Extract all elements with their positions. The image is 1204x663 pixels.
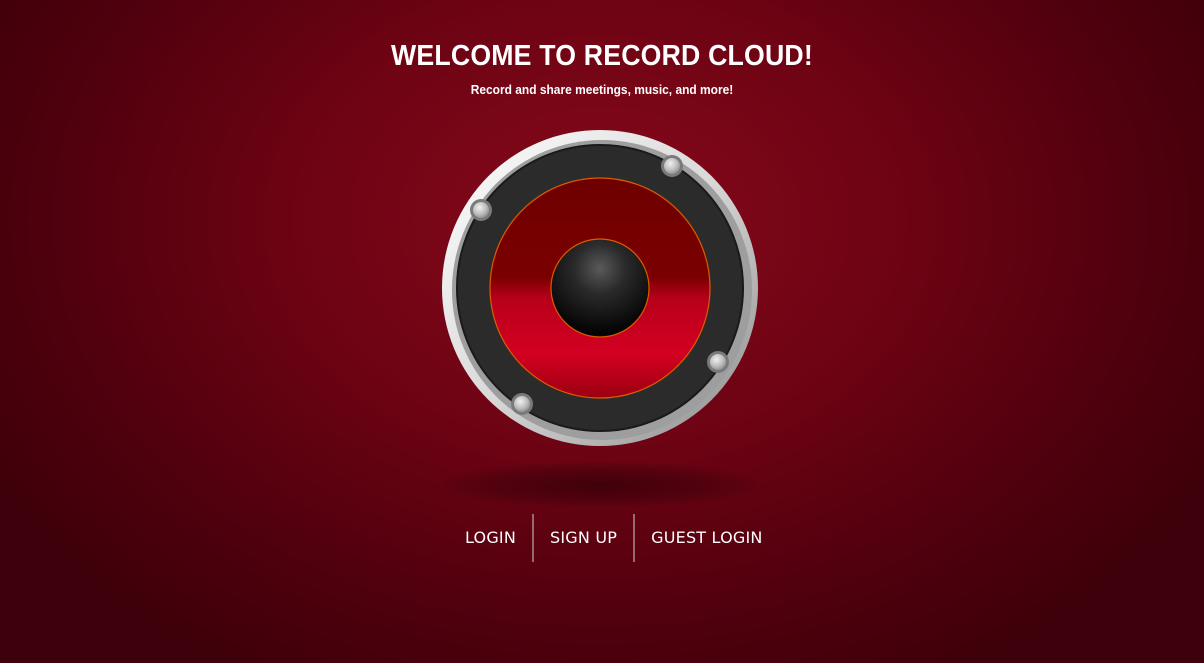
- page-title: WELCOME TO RECORD CLOUD!: [391, 40, 813, 72]
- login-link[interactable]: LOGIN: [449, 514, 532, 562]
- sign-up-link[interactable]: SIGN UP: [534, 514, 633, 562]
- speaker-shadow: [440, 462, 760, 508]
- speaker-graphic: [442, 130, 758, 446]
- auth-nav: LOGIN SIGN UP GUEST LOGIN: [449, 514, 779, 562]
- speaker-dome: [550, 238, 650, 338]
- guest-login-link[interactable]: GUEST LOGIN: [635, 514, 778, 562]
- speaker-icon: [441, 129, 759, 447]
- page-subtitle: Record and share meetings, music, and mo…: [470, 82, 734, 97]
